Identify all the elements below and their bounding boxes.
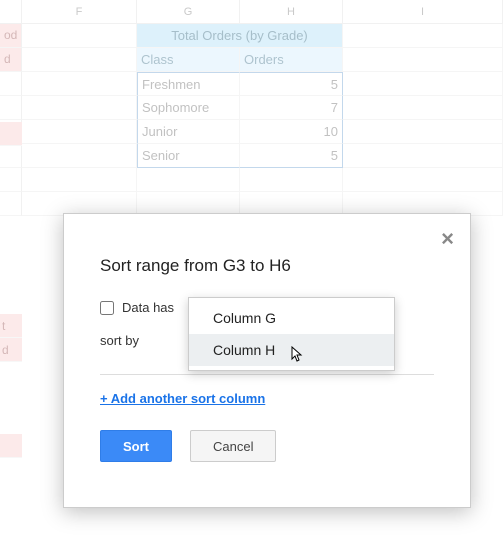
cell[interactable]: [343, 144, 503, 168]
cell-class[interactable]: Freshmen: [137, 72, 240, 96]
col-header-G[interactable]: G: [137, 0, 240, 24]
spreadsheet-grid: F G H I od Total Orders (by Grade) d Cla…: [0, 0, 503, 216]
row-stub: [0, 144, 22, 168]
table-header-orders[interactable]: Orders: [240, 48, 343, 72]
cancel-button[interactable]: Cancel: [190, 430, 276, 462]
data-has-header-checkbox[interactable]: [100, 301, 114, 315]
pink-strip: [0, 122, 22, 146]
cell-orders[interactable]: 5: [240, 72, 343, 96]
cell[interactable]: [22, 48, 137, 72]
cell-orders[interactable]: 10: [240, 120, 343, 144]
cell[interactable]: [22, 24, 137, 48]
cell-orders[interactable]: 7: [240, 96, 343, 120]
cell[interactable]: [343, 24, 503, 48]
cell[interactable]: [22, 144, 137, 168]
cell[interactable]: [343, 48, 503, 72]
table-header-class[interactable]: Class: [137, 48, 240, 72]
cell-class[interactable]: Senior: [137, 144, 240, 168]
cell[interactable]: [22, 72, 137, 96]
cell[interactable]: [343, 72, 503, 96]
sort-by-label: sort by: [100, 333, 166, 348]
row-stub-pink: od: [0, 24, 22, 48]
row-stub-pink: d: [0, 48, 22, 72]
col-header-F[interactable]: F: [22, 0, 137, 24]
dialog-title: Sort range from G3 to H6: [100, 256, 434, 276]
cell-orders[interactable]: 5: [240, 144, 343, 168]
cell-class[interactable]: Junior: [137, 120, 240, 144]
pink-strip: [0, 434, 22, 458]
column-headers: F G H I: [0, 0, 503, 24]
checkbox-label: Data has: [122, 300, 174, 315]
row-stub: [0, 96, 22, 120]
cell[interactable]: [343, 120, 503, 144]
add-sort-column-link[interactable]: + Add another sort column: [100, 391, 265, 406]
pink-strip: t: [0, 314, 22, 338]
row-stub: [0, 72, 22, 96]
col-header-H[interactable]: H: [240, 0, 343, 24]
dropdown-item-column-g[interactable]: Column G: [189, 302, 394, 334]
sort-column-dropdown[interactable]: Column G Column H: [188, 297, 395, 371]
dropdown-item-column-h[interactable]: Column H: [189, 334, 394, 366]
cell-class[interactable]: Sophomore: [137, 96, 240, 120]
cell[interactable]: [22, 120, 137, 144]
merged-title-cell[interactable]: Total Orders (by Grade): [137, 24, 343, 48]
cell[interactable]: [343, 96, 503, 120]
cell[interactable]: [22, 96, 137, 120]
sort-button[interactable]: Sort: [100, 430, 172, 462]
close-icon[interactable]: ×: [441, 228, 454, 250]
pink-strip: d: [0, 338, 22, 362]
col-header-I[interactable]: I: [343, 0, 503, 24]
divider: [100, 374, 434, 375]
